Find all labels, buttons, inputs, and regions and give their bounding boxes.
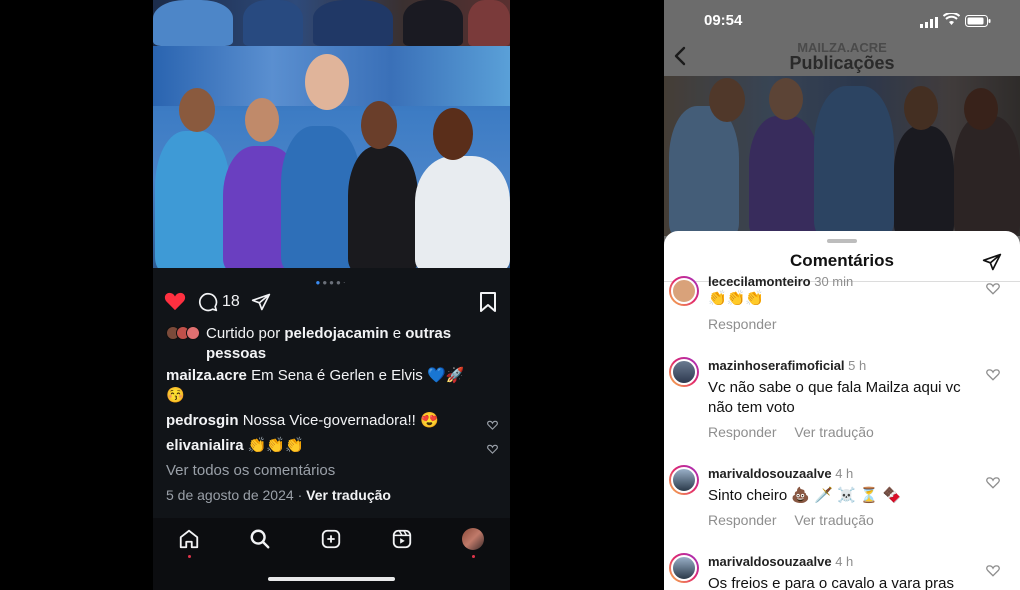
bookmark-icon[interactable] <box>478 291 498 313</box>
caption-text: Em Sena é Gerlen e Elvis 💙🚀 <box>251 367 465 384</box>
comments-bottom-sheet: Comentários lececilamonteiro 30 min 👏👏👏 … <box>664 231 1020 590</box>
comment-text: Sinto cheiro 💩 🗡️ ☠️ ⏳ 🍫 <box>708 487 902 504</box>
comment-actions: Responder Ver tradução <box>708 424 888 440</box>
liked-by-prefix: Curtido por <box>206 325 281 342</box>
share-send-icon[interactable] <box>250 291 272 313</box>
comment-icon[interactable] <box>197 291 219 313</box>
comment-username[interactable]: mazinhoserafimoficial <box>708 358 845 373</box>
home-notification-dot <box>188 555 191 558</box>
comment-text: 👏👏👏 <box>247 437 304 454</box>
comment-text: Nossa Vice-governadora!! 😍 <box>242 412 439 429</box>
post-photo[interactable] <box>153 46 510 268</box>
post-date: 5 de agosto de 2024 <box>166 487 294 503</box>
profile-notification-dot <box>472 555 475 558</box>
commenter-avatar[interactable] <box>669 357 699 387</box>
bottom-navigation <box>153 518 510 590</box>
carousel-dots: ●●●●· <box>315 278 348 287</box>
comment-time: 4 h <box>835 466 854 481</box>
battery-icon <box>965 14 991 27</box>
comment-count: 18 <box>222 293 240 310</box>
see-translation-link[interactable]: Ver tradução <box>306 487 391 503</box>
comment-actions: Responder Ver tradução <box>708 512 888 528</box>
feed-comment: pedrosgin Nossa Vice-governadora!! 😍 <box>166 411 476 431</box>
commenter-avatar[interactable] <box>669 465 699 495</box>
comment-item: marivaldosouzaalve 4 h Sinto cheiro 💩 🗡️… <box>664 459 1020 539</box>
comment-text: Vc não sabe o que fala Mailza aqui vc nã… <box>708 379 961 416</box>
comment-time: 5 h <box>848 358 867 373</box>
like-heart-icon[interactable] <box>163 290 187 312</box>
comment-username[interactable]: marivaldosouzaalve <box>708 466 832 481</box>
comment-username[interactable]: pedrosgin <box>166 412 239 429</box>
see-translation-link[interactable]: Ver tradução <box>794 424 873 440</box>
view-all-comments-link[interactable]: Ver todos os comentários <box>166 461 335 481</box>
feed-comment: elivanialira 👏👏👏 <box>166 436 476 456</box>
background-post-photo <box>664 76 1020 236</box>
liked-by-and: e <box>392 325 402 342</box>
comment-text: 👏👏👏 <box>708 290 765 307</box>
reels-icon[interactable] <box>391 528 415 552</box>
commenter-avatar[interactable] <box>669 553 699 583</box>
home-indicator <box>268 577 395 581</box>
wifi-icon <box>942 12 961 26</box>
post-caption: mailza.acre Em Sena é Gerlen e Elvis 💙🚀 <box>166 366 496 386</box>
comment-like-icon[interactable] <box>986 476 1000 489</box>
liked-by-user-link[interactable]: peledojacamin <box>284 325 388 342</box>
comment-like-icon[interactable] <box>487 417 499 430</box>
status-bar: 09:54 <box>664 0 1020 40</box>
comment-header: mazinhoserafimoficial 5 h <box>708 358 866 373</box>
comment-like-icon[interactable] <box>986 282 1000 295</box>
caption-emoji: 😚 <box>166 387 185 404</box>
post-photo-top-crop <box>153 0 510 46</box>
post-feed-area: ●●●●· 18 Curtido por peledojacamin e out… <box>153 268 510 590</box>
post-meta: 5 de agosto de 2024 · Ver tradução <box>166 485 391 505</box>
post-screen-left: ●●●●· 18 Curtido por peledojacamin e out… <box>153 0 510 590</box>
liked-by-text: Curtido por peledojacamin e outras pesso… <box>206 324 506 364</box>
caption-username[interactable]: mailza.acre <box>166 367 247 384</box>
comment-like-icon[interactable] <box>986 368 1000 381</box>
comment-like-icon[interactable] <box>487 441 499 454</box>
home-icon[interactable] <box>178 528 202 552</box>
reply-link[interactable]: Responder <box>708 316 777 332</box>
sheet-header-area <box>664 231 1020 282</box>
profile-avatar-icon[interactable] <box>462 528 484 550</box>
date-separator: · <box>297 487 303 503</box>
search-icon[interactable] <box>249 528 273 552</box>
reply-link[interactable]: Responder <box>708 424 777 440</box>
comment-header: marivaldosouzaalve 4 h <box>708 554 853 569</box>
cellular-signal-icon <box>920 15 938 28</box>
comment-item: marivaldosouzaalve 4 h Os freios e para … <box>664 547 1020 590</box>
page-title: Publicações <box>789 53 895 73</box>
comment-time: 4 h <box>835 554 854 569</box>
page-header: MAILZA.ACRE Publicações <box>664 40 1020 76</box>
comment-header: marivaldosouzaalve 4 h <box>708 466 853 481</box>
comment-actions: Responder <box>708 316 791 332</box>
comment-username[interactable]: marivaldosouzaalve <box>708 554 832 569</box>
comment-text: Os freios e para o cavalo a vara pras <box>708 575 954 590</box>
liked-by-avatars <box>166 325 206 341</box>
comment-like-icon[interactable] <box>986 564 1000 577</box>
comment-username[interactable]: elivanialira <box>166 437 244 454</box>
create-post-icon[interactable] <box>320 528 344 552</box>
see-translation-link[interactable]: Ver tradução <box>794 512 873 528</box>
reply-link[interactable]: Responder <box>708 512 777 528</box>
comments-screen-right: 09:54 MAILZA.ACRE Publicações Comentário… <box>664 0 1020 590</box>
status-time: 09:54 <box>704 12 743 29</box>
comment-item: mazinhoserafimoficial 5 h Vc não sabe o … <box>664 351 1020 451</box>
